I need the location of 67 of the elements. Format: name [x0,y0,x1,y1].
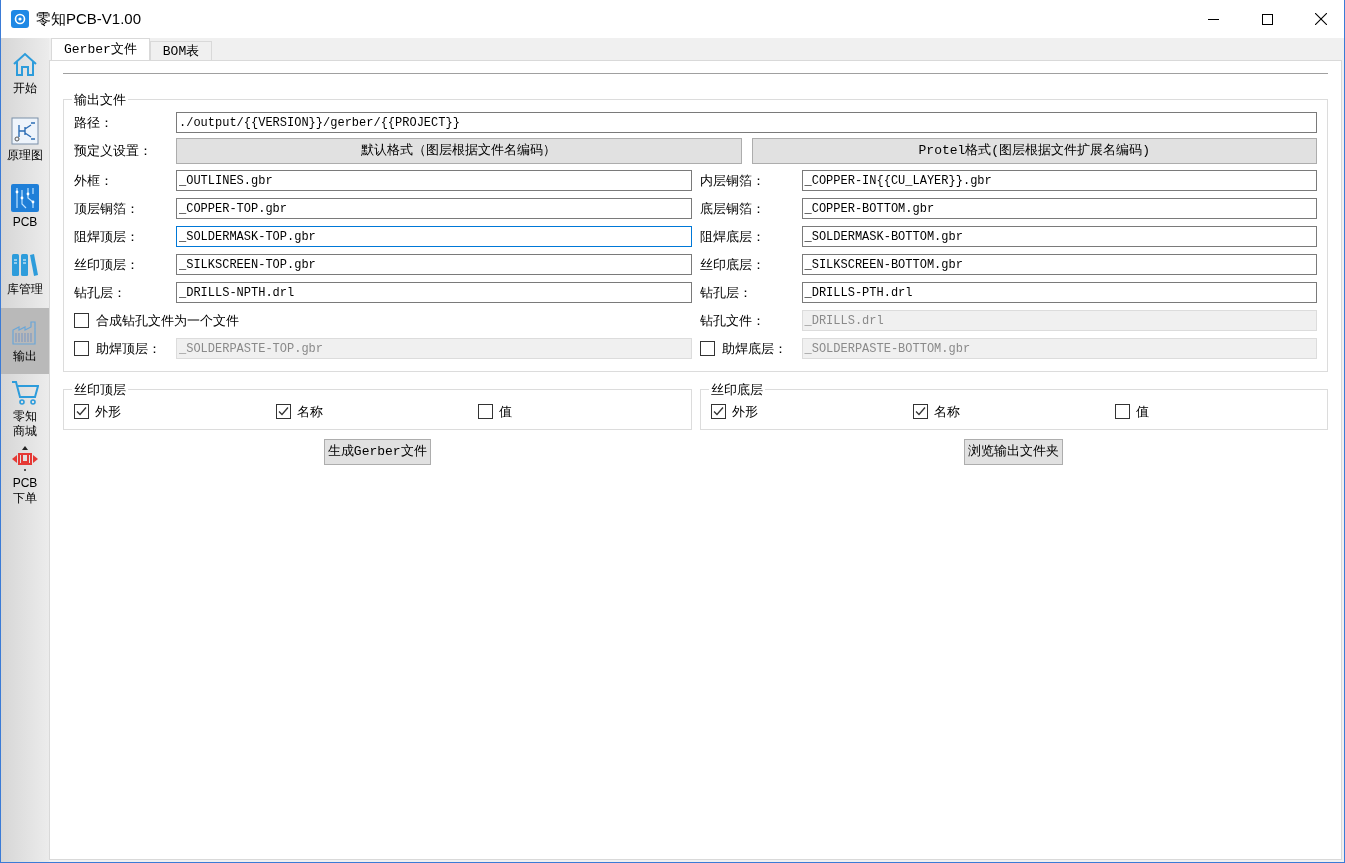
group-title: 输出文件 [73,91,127,109]
checkbox[interactable] [478,404,494,420]
sidebar-item[interactable]: 输出 [1,308,49,374]
text-field[interactable]: _COPPER-TOP.gbr [176,198,692,219]
action-button[interactable]: 浏览输出文件夹 [964,438,1064,465]
text-field[interactable]: _COPPER-BOTTOM.gbr [801,198,1317,219]
sidebar-item[interactable]: PCB 下单 [1,442,49,508]
books-icon [11,251,39,279]
circuit-board-icon [11,184,39,212]
field-label: 预定义设置： [74,141,153,160]
checkbox[interactable] [912,404,928,420]
text-field[interactable]: _COPPER-IN{{CU_LAYER}}.gbr [801,170,1317,191]
text-field[interactable]: _SOLDERMASK-BOTTOM.gbr [801,226,1317,247]
checkbox[interactable] [276,404,292,420]
tab[interactable]: BOM表 [149,41,213,60]
minimize-icon [1207,18,1219,20]
close-icon [1315,13,1327,25]
schematic-icon [11,117,39,145]
text-field[interactable]: _SILKSCREEN-TOP.gbr [176,254,692,275]
text-field[interactable]: ./output/{{VERSION}}/gerber/{{PROJECT}} [176,112,1317,133]
checkbox-label: 值 [499,403,513,421]
field-label: 顶层铜箔： [74,199,140,218]
maximize-icon [1261,13,1273,25]
field-label: 钻孔文件： [699,311,766,330]
checkbox-label: 外形 [731,403,758,421]
sidebar-item[interactable]: PCB [1,174,49,240]
sidebar-item[interactable]: 零知商城 [1,375,49,441]
field-label: 合成钻孔文件为一个文件 [96,311,239,330]
field-label: 钻孔层： [699,283,753,302]
field-label: 丝印顶层： [74,255,140,274]
checkbox[interactable] [74,404,89,420]
text-field[interactable]: _DRILLS-PTH.drl [801,282,1317,303]
group-title: 丝印顶层 [73,380,127,399]
home-icon [11,50,39,78]
text-field[interactable]: _OUTLINES.gbr [176,170,692,191]
sidebar-item[interactable]: 原理图 [1,107,49,173]
preset-button[interactable]: Protel格式(图层根据文件扩展名编码) [751,137,1317,164]
field-label: 阻焊底层： [699,227,766,246]
checkbox-label: 值 [1135,403,1149,421]
field-label: 外框： [74,171,114,190]
tab[interactable]: Gerber文件 [51,38,150,60]
checkbox-label: 名称 [297,403,324,421]
chip-arrows-icon [11,444,39,473]
app-logo-icon [11,10,29,28]
field-label: 助焊顶层： [96,339,161,358]
checkbox[interactable] [74,313,89,328]
window-title: 零知PCB-V1.00 [36,8,142,29]
text-field[interactable]: _DRILLS-NPTH.drl [176,282,692,303]
preset-button[interactable]: 默认格式（图层根据文件名编码） [176,137,742,164]
checkbox-label: 外形 [95,403,121,421]
action-button[interactable]: 生成Gerber文件 [323,438,431,465]
checkbox[interactable] [1114,404,1130,420]
field-label: 丝印底层： [699,255,766,274]
checkbox[interactable] [710,404,726,420]
field-label: 路径： [74,113,114,132]
checkbox-label: 名称 [933,403,960,421]
field-label: 内层铜箔： [699,171,766,190]
field-label: 阻焊顶层： [74,227,140,246]
sidebar-item[interactable]: 开始 [1,40,49,106]
field-label: 底层铜箔： [699,199,766,218]
factory-icon [11,318,39,346]
text-field[interactable]: _SILKSCREEN-BOTTOM.gbr [801,254,1317,275]
text-field[interactable]: _SOLDERMASK-TOP.gbr [176,226,692,247]
field-label: 助焊底层： [721,339,787,358]
group-title: 丝印底层 [709,380,764,399]
field-label: 钻孔层： [74,283,127,302]
sidebar-item[interactable]: 库管理 [1,241,49,307]
